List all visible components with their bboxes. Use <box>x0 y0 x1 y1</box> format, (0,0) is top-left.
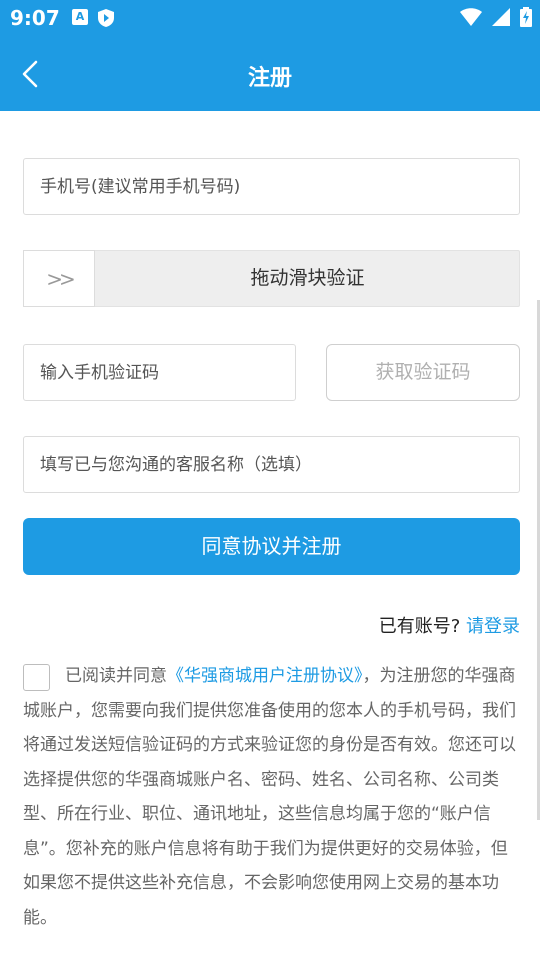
agreement-prefix: 已阅读并同意 <box>65 666 167 686</box>
phone-input[interactable] <box>24 159 519 214</box>
slider-label: 拖动滑块验证 <box>250 267 365 289</box>
login-prompt: 已有账号? <box>378 616 461 637</box>
agreement-body: ，为注册您的华强商城账户，您需要向我们提供您准备使用的您本人的手机号码，我们将通… <box>23 666 516 928</box>
agreement-link[interactable]: 《华强商城用户注册协议》 <box>167 666 363 686</box>
slider-verification[interactable]: >> 拖动滑块验证 <box>23 250 520 307</box>
get-code-button[interactable]: 获取验证码 <box>326 344 520 401</box>
page-title: 注册 <box>247 66 292 91</box>
signal-icon <box>492 8 510 26</box>
battery-charging-icon <box>520 7 532 27</box>
login-row: 已有账号? 请登录 <box>379 612 520 638</box>
verification-code-field[interactable] <box>23 344 296 401</box>
status-right-icons <box>460 7 532 27</box>
double-chevron-right-icon: >> <box>46 266 75 291</box>
shield-play-icon <box>98 9 114 27</box>
wifi-icon <box>460 8 482 26</box>
phone-field[interactable] <box>23 158 520 215</box>
status-left-icons: A <box>72 9 114 27</box>
service-name-field[interactable] <box>23 436 520 493</box>
verification-code-input[interactable] <box>24 345 295 400</box>
a-badge-icon: A <box>72 9 88 25</box>
login-link[interactable]: 请登录 <box>466 616 520 637</box>
slider-handle[interactable]: >> <box>23 250 95 307</box>
status-time: 9:07 <box>10 6 60 30</box>
status-bar: 9:07 A <box>0 0 540 36</box>
service-name-input[interactable] <box>24 437 519 492</box>
agreement-text: 已阅读并同意《华强商城用户注册协议》，为注册您的华强商城账户，您需要向我们提供您… <box>23 659 518 935</box>
register-button[interactable]: 同意协议并注册 <box>23 518 520 575</box>
app-bar: 注册 <box>0 36 540 111</box>
